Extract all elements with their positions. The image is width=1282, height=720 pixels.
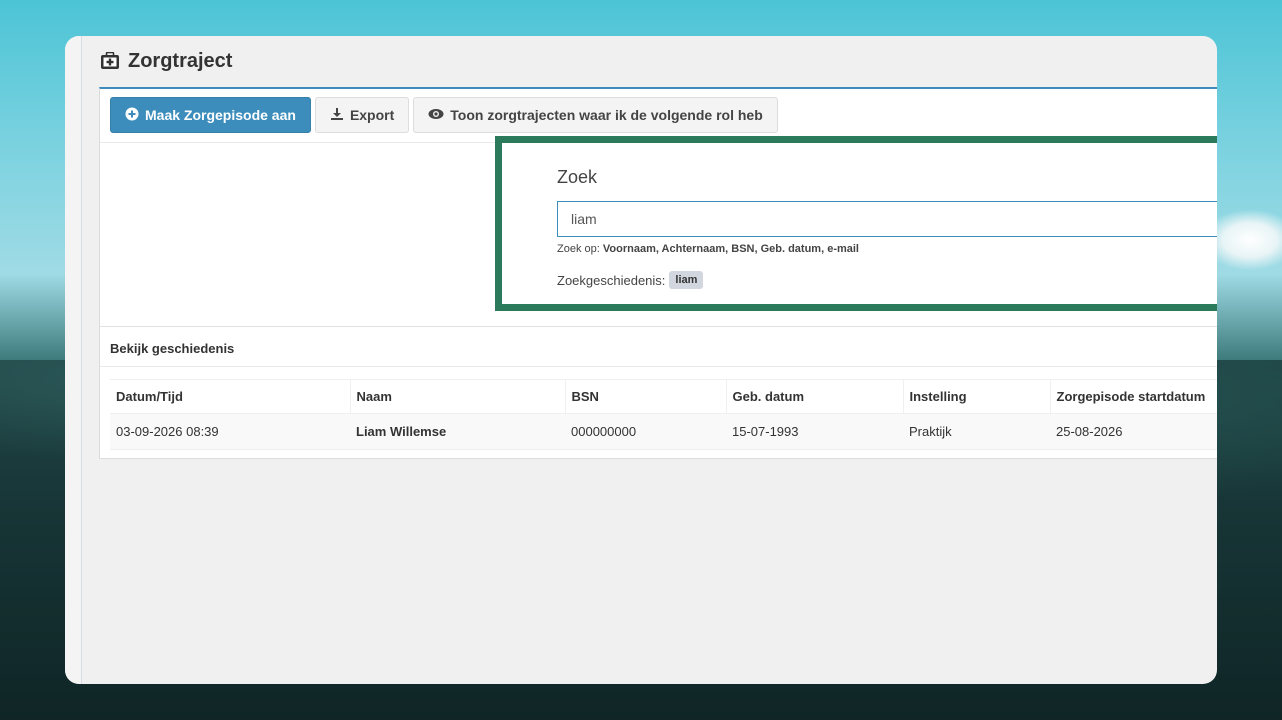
section-divider — [100, 366, 1217, 367]
show-roles-label: Toon zorgtrajecten waar ik de volgende r… — [450, 107, 763, 123]
cell-name[interactable]: Liam Willemse — [350, 413, 565, 450]
create-zorgepisode-button[interactable]: Maak Zorgepisode aan — [110, 97, 311, 133]
search-history: Zoekgeschiedenis: liam — [557, 271, 704, 289]
export-label: Export — [349, 107, 395, 123]
table-row[interactable]: 03-09-2026 08:39 Liam Willemse 000000000… — [110, 413, 1217, 450]
search-history-label: Zoekgeschiedenis: — [557, 272, 666, 288]
column-header-name: Naam — [350, 379, 566, 414]
search-hint-fields: Voornaam, Achternaam, BSN, Geb. datum, e… — [602, 243, 859, 255]
page-header: Zorgtraject — [82, 36, 1217, 86]
app-window: Zorgtraject Maak Zorgepisode aan Export … — [65, 36, 1217, 684]
eye-icon — [428, 107, 444, 123]
cell-datetime: 03-09-2026 08:39 — [110, 413, 350, 450]
search-input[interactable] — [557, 201, 1217, 237]
column-header-datetime: Datum/Tijd — [110, 379, 351, 414]
search-section: Zoek Zoek op: Voornaam, Achternaam, BSN,… — [495, 136, 1217, 311]
search-hint-prefix: Zoek op: — [557, 243, 600, 255]
show-roles-button[interactable]: Toon zorgtrajecten waar ik de volgende r… — [413, 97, 778, 133]
column-header-bsn: BSN — [565, 379, 727, 414]
cell-institution: Praktijk — [903, 413, 1050, 450]
download-icon — [330, 107, 344, 124]
plus-circle-icon — [125, 107, 139, 124]
create-zorgepisode-label: Maak Zorgepisode aan — [145, 107, 296, 123]
left-sidebar-rail — [65, 36, 82, 684]
column-header-birthdate: Geb. datum — [726, 379, 904, 414]
history-section-title: Bekijk geschiedenis — [110, 341, 235, 356]
medical-briefcase-icon — [100, 51, 120, 70]
cell-bsn: 000000000 — [565, 413, 726, 450]
cell-birthdate: 15-07-1993 — [726, 413, 903, 450]
search-hint: Zoek op: Voornaam, Achternaam, BSN, Geb.… — [557, 243, 859, 255]
page-title: Zorgtraject — [128, 49, 233, 72]
export-button[interactable]: Export — [314, 97, 410, 133]
search-title: Zoek — [557, 167, 598, 187]
cell-startdate: 25-08-2026 — [1050, 413, 1217, 450]
main-panel: Maak Zorgepisode aan Export Toon zorgtra… — [99, 87, 1217, 459]
column-header-startdate: Zorgepisode startdatum — [1050, 379, 1217, 414]
table-header-row: Datum/Tijd Naam BSN Geb. datum Instellin… — [110, 379, 1217, 414]
search-history-tag[interactable]: liam — [669, 271, 704, 289]
section-divider — [100, 326, 1217, 327]
history-table: Datum/Tijd Naam BSN Geb. datum Instellin… — [110, 379, 1217, 450]
toolbar: Maak Zorgepisode aan Export Toon zorgtra… — [110, 97, 778, 133]
column-header-institution: Instelling — [903, 379, 1051, 414]
